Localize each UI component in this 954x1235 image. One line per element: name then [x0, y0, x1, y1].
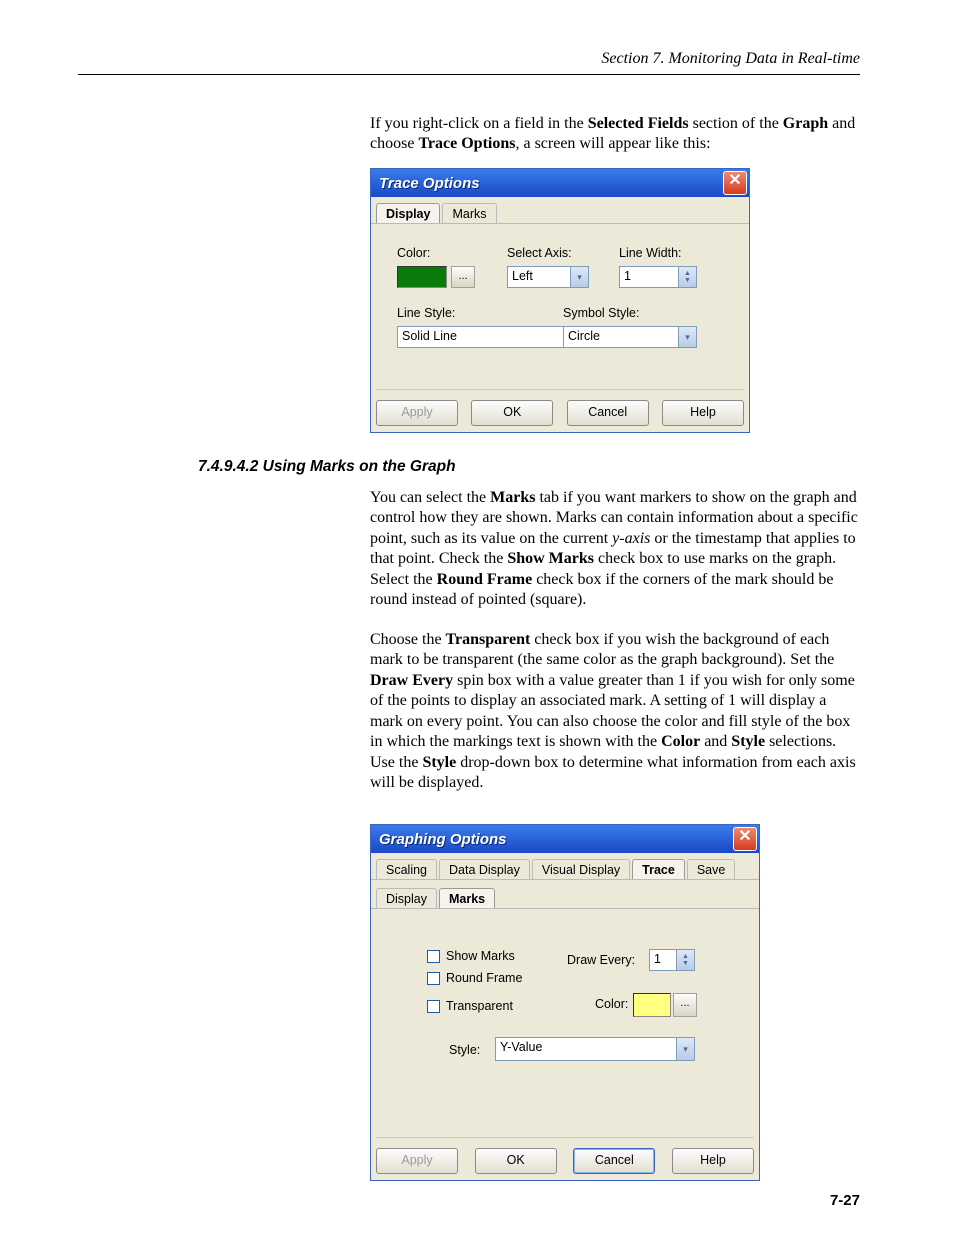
spinner-value: 1 — [654, 952, 661, 966]
ok-button[interactable]: OK — [475, 1148, 557, 1174]
label-line-width: Line Width: — [619, 246, 682, 260]
cancel-button[interactable]: Cancel — [567, 400, 649, 426]
combo-value: Left — [512, 269, 533, 283]
button-bar: Apply OK Cancel Help — [376, 389, 744, 426]
spinner-arrows-icon: ▲▼ — [676, 950, 694, 970]
checkbox-label: Round Frame — [446, 971, 522, 985]
tab-display[interactable]: Display — [376, 888, 437, 908]
chevron-down-icon: ▾ — [570, 267, 588, 287]
tab-marks[interactable]: Marks — [439, 888, 495, 908]
titlebar[interactable]: Trace Options ✕ — [371, 169, 749, 197]
help-button[interactable]: Help — [672, 1148, 754, 1174]
text: , a screen will appear like this: — [515, 135, 710, 152]
label-draw-every: Draw Every: — [567, 953, 635, 967]
label-line-style: Line Style: — [397, 306, 455, 320]
bold-round-frame: Round Frame — [437, 571, 533, 588]
titlebar[interactable]: Graphing Options ✕ — [371, 825, 759, 853]
line-width-spinner[interactable]: 1 ▲▼ — [619, 266, 697, 288]
ok-button[interactable]: OK — [471, 400, 553, 426]
bold-show-marks: Show Marks — [507, 550, 594, 567]
draw-every-spinner[interactable]: 1 ▲▼ — [649, 949, 695, 971]
intro-paragraph: If you right-click on a field in the Sel… — [370, 114, 860, 155]
text: section of the — [689, 115, 783, 132]
symbol-style-combo[interactable]: Circle ▾ — [563, 326, 697, 348]
page: Section 7. Monitoring Data in Real-time … — [0, 0, 954, 1235]
color-picker-button[interactable]: ... — [451, 266, 475, 288]
italic-y-axis: y-axis — [612, 530, 650, 547]
checkbox-show-marks[interactable]: Show Marks — [427, 949, 515, 963]
tab-trace[interactable]: Trace — [632, 859, 685, 879]
close-icon[interactable]: ✕ — [723, 171, 747, 195]
spinner-arrows-icon: ▲▼ — [678, 267, 696, 287]
combo-value: Y-Value — [500, 1040, 542, 1054]
dialog-title: Graphing Options — [379, 831, 507, 848]
checkbox-label: Transparent — [446, 999, 513, 1013]
bold-style2: Style — [422, 754, 456, 771]
text: If you right-click on a field in the — [370, 115, 588, 132]
trace-options-dialog: Trace Options ✕ Display Marks Color: ...… — [370, 168, 750, 433]
bold-transparent: Transparent — [446, 631, 531, 648]
help-button[interactable]: Help — [662, 400, 744, 426]
label-color: Color: — [397, 246, 430, 260]
bold-selected-fields: Selected Fields — [588, 115, 689, 132]
section-heading: 7.4.9.4.2 Using Marks on the Graph — [198, 458, 456, 476]
cancel-button[interactable]: Cancel — [573, 1148, 655, 1174]
tab-visual-display[interactable]: Visual Display — [532, 859, 630, 879]
tab-display[interactable]: Display — [376, 203, 440, 223]
combo-value: Solid Line — [402, 329, 457, 343]
checkbox-box — [427, 950, 440, 963]
bold-trace-options: Trace Options — [418, 135, 515, 152]
label-style: Style: — [449, 1043, 480, 1057]
color-picker-button[interactable]: ... — [673, 993, 697, 1017]
graphing-options-dialog: Graphing Options ✕ Scaling Data Display … — [370, 824, 760, 1181]
form-area: Show Marks Round Frame Transparent Draw … — [371, 909, 759, 1129]
label-symbol-style: Symbol Style: — [563, 306, 639, 320]
select-axis-combo[interactable]: Left ▾ — [507, 266, 589, 288]
tab-save[interactable]: Save — [687, 859, 736, 879]
combo-value: Circle — [568, 329, 600, 343]
form-area: Color: ... Select Axis: Left ▾ Line Widt… — [371, 224, 749, 384]
checkbox-round-frame[interactable]: Round Frame — [427, 971, 522, 985]
paragraph-transparent: Choose the Transparent check box if you … — [370, 630, 860, 794]
apply-button[interactable]: Apply — [376, 1148, 458, 1174]
apply-button[interactable]: Apply — [376, 400, 458, 426]
page-number: 7-27 — [830, 1192, 860, 1209]
running-head: Section 7. Monitoring Data in Real-time — [601, 50, 860, 68]
text: Choose the — [370, 631, 446, 648]
checkbox-box — [427, 972, 440, 985]
text: and — [700, 733, 731, 750]
tab-scaling[interactable]: Scaling — [376, 859, 437, 879]
tab-row: Display Marks — [371, 197, 749, 224]
tab-data-display[interactable]: Data Display — [439, 859, 530, 879]
close-icon[interactable]: ✕ — [733, 827, 757, 851]
button-bar: Apply OK Cancel Help — [376, 1137, 754, 1174]
header-rule — [78, 74, 860, 75]
bold-style1: Style — [731, 733, 765, 750]
spinner-value: 1 — [624, 269, 631, 283]
color-swatch[interactable] — [397, 266, 447, 288]
checkbox-box — [427, 1000, 440, 1013]
tab-row-sub: Display Marks — [371, 882, 759, 909]
label-color: Color: — [595, 997, 628, 1011]
bold-marks: Marks — [490, 489, 535, 506]
bold-draw-every: Draw Every — [370, 672, 453, 689]
paragraph-marks-intro: You can select the Marks tab if you want… — [370, 488, 860, 611]
checkbox-label: Show Marks — [446, 949, 515, 963]
style-combo[interactable]: Y-Value ▾ — [495, 1037, 695, 1061]
tab-marks[interactable]: Marks — [442, 203, 496, 223]
bold-graph: Graph — [783, 115, 828, 132]
line-style-combo[interactable]: Solid Line ▾ — [397, 326, 589, 348]
label-select-axis: Select Axis: — [507, 246, 572, 260]
checkbox-transparent[interactable]: Transparent — [427, 999, 513, 1013]
bold-color: Color — [661, 733, 700, 750]
tab-row-top: Scaling Data Display Visual Display Trac… — [371, 853, 759, 880]
text: You can select the — [370, 489, 490, 506]
dialog-title: Trace Options — [379, 175, 480, 192]
color-swatch[interactable] — [633, 993, 671, 1017]
chevron-down-icon: ▾ — [678, 327, 696, 347]
chevron-down-icon: ▾ — [676, 1038, 694, 1060]
